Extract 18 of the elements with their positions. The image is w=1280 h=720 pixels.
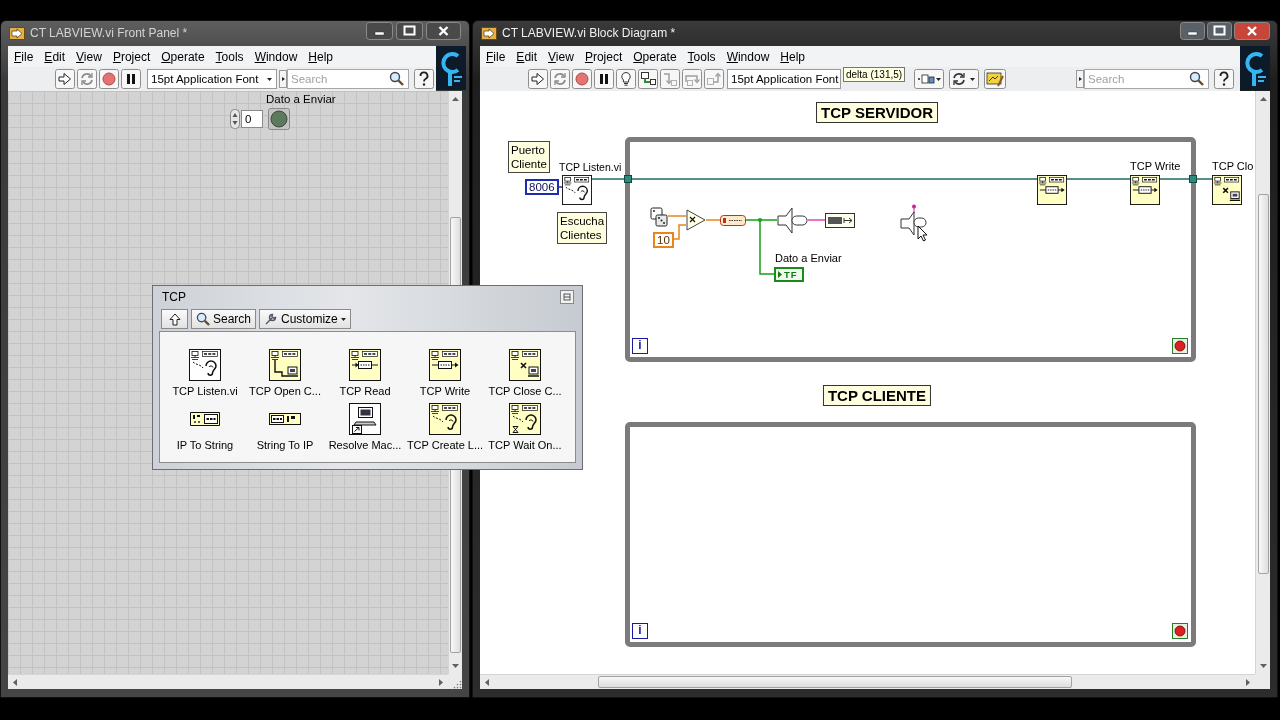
numeric-constant: 8006 <box>525 179 559 195</box>
node-label: TCP Write <box>1130 160 1181 172</box>
terminal-label: Dato a Enviar <box>775 252 842 264</box>
tooltip: delta (131,5) <box>843 67 906 82</box>
control-label: Dato a Enviar <box>266 93 336 105</box>
iteration-terminal: i <box>632 623 648 639</box>
node-label: TCP Clo <box>1212 160 1254 172</box>
window-title: CT LABVIEW.vi Block Diagram * <box>502 26 676 40</box>
node-label: TCP Listen.vi <box>559 161 622 173</box>
free-label: Puerto Cliente <box>508 141 550 173</box>
numeric-constant: 10 <box>653 232 674 248</box>
section-label: TCP CLIENTE <box>822 385 932 406</box>
section-label: TCP SERVIDOR <box>816 102 938 123</box>
iteration-terminal: i <box>632 338 648 354</box>
terminal-value: TF <box>784 269 798 280</box>
window-title: TCP <box>162 289 186 304</box>
window-title: CT LABVIEW.vi Front Panel * <box>30 26 188 40</box>
free-label: Escucha Clientes <box>557 212 608 244</box>
